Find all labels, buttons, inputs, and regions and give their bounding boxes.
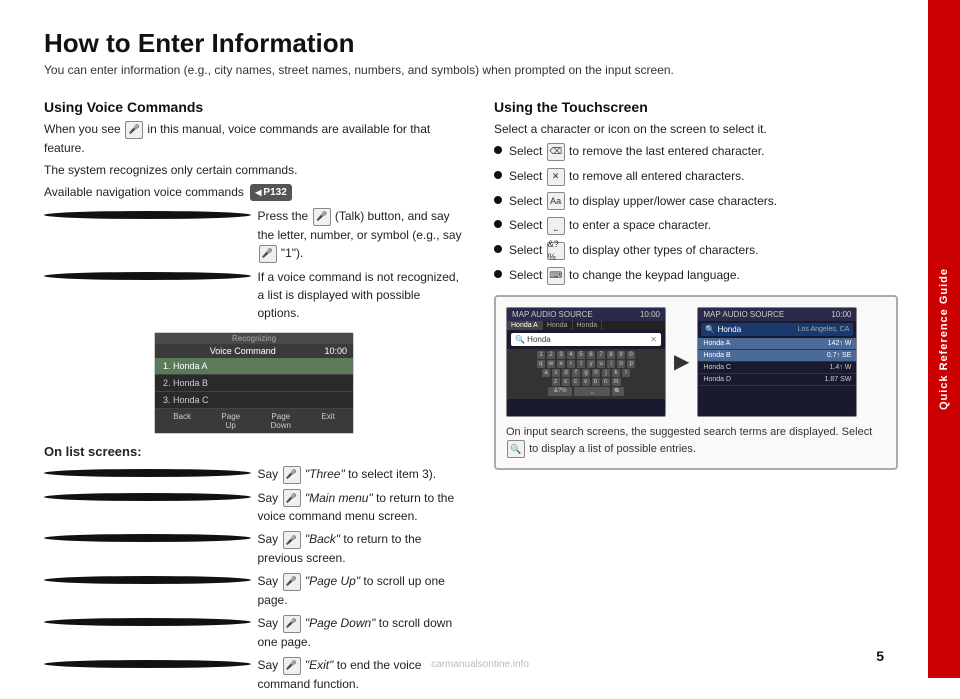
say-icon: 🎤 <box>283 489 301 507</box>
columns: Using Voice Commands When you see 🎤 in t… <box>44 99 898 699</box>
talk-icon: 🎤 <box>313 208 331 226</box>
list-bullet-item: Say 🎤 "Page Up" to scroll up one page. <box>44 572 464 609</box>
vc-title: Voice Command <box>161 346 324 356</box>
vc-list-item: 1. Honda A <box>155 358 353 375</box>
vc-line3: Available navigation voice commands P132 <box>44 183 464 201</box>
say-icon: 🎤 <box>259 245 277 263</box>
ts-search-text: 🔍 Honda <box>515 335 551 344</box>
ts-screen1-tabs: Honda A Honda Honda <box>507 321 665 330</box>
touchscreen-bullets: Select ⌫ to remove the last entered char… <box>494 142 898 285</box>
vc-list: 1. Honda A 2. Honda B 3. Honda C <box>155 358 353 409</box>
say-icon: 🎤 <box>283 531 301 549</box>
vc-back-btn[interactable]: Back <box>173 412 191 430</box>
touchscreen-intro: Select a character or icon on the screen… <box>494 120 898 138</box>
vc-line2: The system recognizes only certain comma… <box>44 161 464 179</box>
case-icon: Aa <box>547 192 565 210</box>
bullet-dot <box>44 272 251 280</box>
list-bullet-item: Say 🎤 "Back" to return to the previous s… <box>44 530 464 567</box>
ts-screen2-search: 🔍 Honda Los Angeles, CA <box>701 323 853 336</box>
ts-result-item: Honda A142↑ W <box>698 338 856 350</box>
ts-result-item: Honda D1.87 SW <box>698 374 856 386</box>
say-icon: 🎤 <box>283 466 301 484</box>
ts-screen2-header: MAP AUDIO SOURCE 10:00 <box>698 308 856 321</box>
ts-screens: MAP AUDIO SOURCE 10:00 Honda A Honda Hon… <box>506 307 886 417</box>
list-screen-bullets: Say 🎤 "Three" to select item 3). Say 🎤 "… <box>44 465 464 693</box>
ts-bullet-item: Select ✕ to remove all entered character… <box>494 167 898 186</box>
vc-footer: Back PageUp PageDown Exit <box>155 409 353 433</box>
vc-top-bar: Voice Command 10:00 <box>155 344 353 358</box>
main-content: How to Enter Information You can enter i… <box>0 0 928 678</box>
clear-icon: ✕ <box>547 168 565 186</box>
vc-exit-btn[interactable]: Exit <box>321 412 334 430</box>
recognizing-label: Recognizing <box>155 333 353 344</box>
language-icon: ⌨ <box>547 267 565 285</box>
ts-screen-keyboard: MAP AUDIO SOURCE 10:00 Honda A Honda Hon… <box>506 307 666 417</box>
list-bullet-item: Say 🎤 "Page Down" to scroll down one pag… <box>44 614 464 651</box>
touchscreen-box: MAP AUDIO SOURCE 10:00 Honda A Honda Hon… <box>494 295 898 470</box>
vc-pageup-btn[interactable]: PageUp <box>221 412 240 430</box>
list-bullet-item: Say 🎤 "Three" to select item 3). <box>44 465 464 484</box>
list-screens-heading: On list screens: <box>44 444 464 459</box>
voice-command-screenshot: Recognizing Voice Command 10:00 1. Honda… <box>154 332 354 434</box>
page-number: 5 <box>876 648 884 664</box>
ts-search-bar: 🔍 Honda ✕ <box>511 333 661 346</box>
touchscreen-heading: Using the Touchscreen <box>494 99 898 115</box>
vc-pagedown-btn[interactable]: PageDown <box>271 412 291 430</box>
list-bullet-item: Say 🎤 "Exit" to end the voice command fu… <box>44 656 464 693</box>
right-column: Using the Touchscreen Select a character… <box>494 99 898 699</box>
ts-bullet-item: Select &?% to display other types of cha… <box>494 241 898 260</box>
ts-keyboard: 1234567890 qwertyuiop asdfghjkl zxcvbnm <box>507 349 665 399</box>
bullet-dot <box>44 211 251 219</box>
p132-badge: P132 <box>250 184 292 201</box>
say-icon: 🎤 <box>283 657 301 675</box>
search-list-icon: 🔍 <box>507 440 525 458</box>
voice-bullets: Press the 🎤 (Talk) button, and say the l… <box>44 207 464 322</box>
space-icon: ⎵ <box>547 217 565 235</box>
bullet-item: Press the 🎤 (Talk) button, and say the l… <box>44 207 464 263</box>
voice-commands-intro: When you see 🎤 in this manual, voice com… <box>44 120 464 157</box>
sidebar-tab: Quick Reference Guide <box>928 0 960 678</box>
ts-results-list: Honda A142↑ W Honda B0.7↑ SE Honda C1.4↑… <box>698 338 856 386</box>
watermark: carmanualsontine.info <box>431 659 529 670</box>
ts-bullet-item: Select ⌨ to change the keypad language. <box>494 266 898 285</box>
intro-text1: When you see <box>44 122 121 136</box>
press-text3: "1"). <box>281 246 304 260</box>
sidebar-label: Quick Reference Guide <box>938 268 950 410</box>
bullet-text: If a voice command is not recognized, a … <box>258 268 465 322</box>
vc-list-item: 3. Honda C <box>155 392 353 409</box>
voice-commands-heading: Using Voice Commands <box>44 99 464 115</box>
backspace-icon: ⌫ <box>547 143 565 161</box>
ts-arrow: ▶ <box>674 349 689 374</box>
special-icon: &?% <box>547 242 565 260</box>
vc-time: 10:00 <box>324 346 347 356</box>
press-text: Press the <box>258 209 309 223</box>
page-subtitle: You can enter information (e.g., city na… <box>44 63 898 77</box>
ts-screen-results: MAP AUDIO SOURCE 10:00 🔍 Honda Los Angel… <box>697 307 857 417</box>
left-column: Using Voice Commands When you see 🎤 in t… <box>44 99 464 699</box>
ts-screen1-header: MAP AUDIO SOURCE 10:00 <box>507 308 665 321</box>
say-icon: 🎤 <box>283 615 301 633</box>
list-bullet-item: Say 🎤 "Main menu" to return to the voice… <box>44 489 464 526</box>
say-icon: 🎤 <box>283 573 301 591</box>
ts-result-item: Honda B0.7↑ SE <box>698 350 856 362</box>
ts-bullet-item: Select ⌫ to remove the last entered char… <box>494 142 898 161</box>
ts-caption: On input search screens, the suggested s… <box>506 425 886 458</box>
page-title: How to Enter Information <box>44 28 898 59</box>
bullet-item: If a voice command is not recognized, a … <box>44 268 464 322</box>
vc-list-item: 2. Honda B <box>155 375 353 392</box>
voice-icon: 🎤 <box>125 121 143 139</box>
ts-result-item: Honda C1.4↑ W <box>698 362 856 374</box>
ts-bullet-item: Select ⎵ to enter a space character. <box>494 216 898 235</box>
ts-bullet-item: Select Aa to display upper/lower case ch… <box>494 192 898 211</box>
